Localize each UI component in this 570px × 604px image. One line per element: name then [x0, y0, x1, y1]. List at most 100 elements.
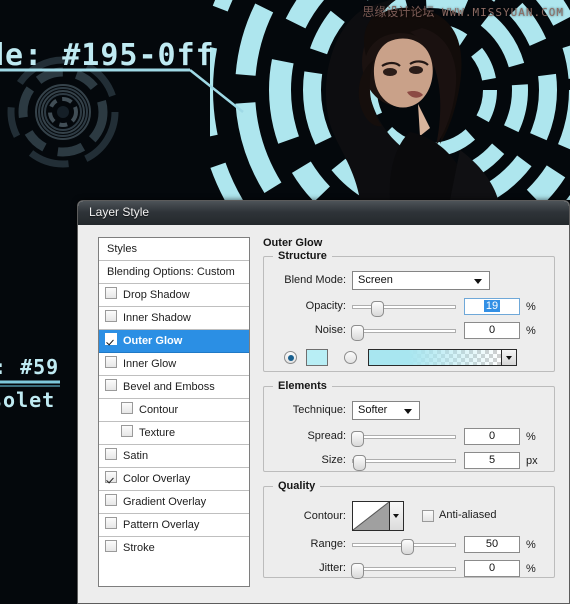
opacity-slider-track[interactable]: [352, 301, 456, 317]
noise-unit: %: [526, 325, 536, 337]
styles-list-row-blending-options-custom[interactable]: Blending Options: Custom: [99, 261, 249, 284]
spread-label-box: Spread:: [272, 427, 346, 445]
styles-list-row-inner-shadow[interactable]: Inner Shadow: [99, 307, 249, 330]
spread-input[interactable]: 0: [464, 428, 520, 445]
glow-color-swatch[interactable]: [306, 349, 328, 366]
contour-curve-icon: [353, 502, 389, 530]
size-slider-track[interactable]: [352, 455, 456, 471]
jitter-input[interactable]: 0: [464, 560, 520, 577]
checkbox-icon[interactable]: [105, 310, 117, 322]
dialog-body: Styles Blending Options: Custom Drop Shado…: [78, 225, 569, 603]
size-row: Size: 5 px: [272, 451, 546, 473]
range-slider-thumb[interactable]: [401, 539, 414, 555]
opacity-value: 19: [483, 300, 501, 312]
range-value: 50: [485, 538, 499, 550]
quality-legend: Quality: [273, 480, 321, 492]
technique-label-box: Technique:: [272, 401, 346, 419]
opacity-unit: %: [526, 301, 536, 313]
styles-list-row-label: Color Overlay: [123, 473, 191, 485]
range-input[interactable]: 50: [464, 536, 520, 553]
blend-mode-select[interactable]: Screen: [352, 271, 490, 290]
checkbox-icon[interactable]: [105, 517, 117, 529]
jitter-label: Jitter:: [319, 562, 346, 574]
technique-value: Softer: [358, 404, 388, 416]
elements-legend: Elements: [273, 380, 332, 392]
styles-list-row-label: Texture: [139, 427, 176, 439]
jitter-slider-track[interactable]: [351, 563, 456, 579]
size-unit: px: [526, 455, 538, 467]
site-watermark: 思缘设计论坛 WWW.MISSYUAN.COM: [362, 3, 564, 20]
contour-preview[interactable]: [352, 501, 390, 531]
checkbox-icon[interactable]: [105, 448, 117, 460]
styles-list-row-gradient-overlay[interactable]: Gradient Overlay: [99, 491, 249, 514]
range-slider-track[interactable]: [352, 539, 456, 555]
spread-value: 0: [488, 430, 496, 442]
styles-list[interactable]: Styles Blending Options: Custom Drop Shado…: [98, 237, 250, 587]
styles-list-row-label: Satin: [123, 450, 149, 462]
styles-list-row-drop-shadow[interactable]: Drop Shadow: [99, 284, 249, 307]
hud-text-mid: : #59: [0, 355, 60, 379]
range-row: Range: 50 %: [272, 535, 546, 557]
opacity-label: Opacity:: [305, 300, 346, 312]
noise-slider-thumb[interactable]: [351, 325, 364, 341]
checkbox-icon[interactable]: [121, 402, 133, 414]
styles-list-row-label: Gradient Overlay: [123, 496, 207, 508]
styles-list-row-label: Blending Options: Custom: [107, 266, 235, 278]
styles-list-row-label: Bevel and Emboss: [123, 381, 215, 393]
styles-list-row-styles[interactable]: Styles: [99, 238, 249, 261]
technique-select[interactable]: Softer: [352, 401, 420, 420]
spread-slider-thumb[interactable]: [351, 431, 364, 447]
glow-gradient-preview[interactable]: [368, 349, 502, 366]
gradient-dropdown-arrow-icon[interactable]: [502, 349, 517, 366]
watermark-url-text: WWW.MISSYUAN.COM: [442, 6, 564, 19]
elements-section: Elements Technique: Softer Spread: 0 % S…: [263, 380, 555, 473]
size-slider-thumb[interactable]: [353, 455, 366, 471]
checkbox-icon[interactable]: [105, 540, 117, 552]
styles-list-row-label: Pattern Overlay: [123, 519, 200, 531]
checkbox-icon[interactable]: [105, 494, 117, 506]
chevron-down-icon: [474, 279, 482, 284]
styles-list-row-pattern-overlay[interactable]: Pattern Overlay: [99, 514, 249, 537]
checkbox-icon[interactable]: [105, 356, 117, 368]
checkbox-icon[interactable]: [105, 287, 117, 299]
styles-list-row-stroke[interactable]: Stroke: [99, 537, 249, 560]
jitter-value: 0: [488, 562, 496, 574]
checkbox-icon[interactable]: [105, 333, 117, 345]
spread-slider-track[interactable]: [351, 431, 456, 447]
outer-glow-pane: Outer Glow Structure Blend Mode: Screen …: [263, 237, 555, 579]
size-input[interactable]: 5: [464, 452, 520, 469]
styles-list-row-outer-glow[interactable]: Outer Glow: [99, 330, 249, 353]
opacity-row: Opacity: 19 %: [272, 297, 546, 319]
opacity-label-box: Opacity:: [272, 297, 346, 315]
structure-section: Structure Blend Mode: Screen Opacity: 19…: [263, 250, 555, 372]
noise-input[interactable]: 0: [464, 322, 520, 339]
range-label-box: Range:: [272, 535, 346, 553]
dialog-titlebar[interactable]: Layer Style: [78, 201, 569, 226]
styles-list-row-label: Contour: [139, 404, 179, 416]
gradient-fill-radio[interactable]: [344, 351, 357, 364]
checkbox-icon[interactable]: [121, 425, 133, 437]
pane-heading: Outer Glow: [263, 237, 323, 249]
noise-slider-track[interactable]: [351, 325, 456, 341]
styles-list-row-texture[interactable]: Texture: [99, 422, 249, 445]
size-label: Size:: [321, 454, 346, 466]
styles-list-row-inner-glow[interactable]: Inner Glow: [99, 353, 249, 376]
styles-list-row-bevel-and-emboss[interactable]: Bevel and Emboss: [99, 376, 249, 399]
spread-unit: %: [526, 431, 536, 443]
noise-label-box: Noise:: [272, 321, 346, 339]
opacity-slider-thumb[interactable]: [371, 301, 384, 317]
technique-label: Technique:: [292, 404, 346, 416]
contour-label-box: Contour:: [272, 501, 346, 522]
styles-list-row-satin[interactable]: Satin: [99, 445, 249, 468]
checkbox-icon[interactable]: [105, 471, 117, 483]
jitter-slider-thumb[interactable]: [351, 563, 364, 579]
checkbox-icon[interactable]: [105, 379, 117, 391]
styles-list-row-color-overlay[interactable]: Color Overlay: [99, 468, 249, 491]
styles-list-row-label: Inner Shadow: [123, 312, 191, 324]
opacity-input[interactable]: 19: [464, 298, 520, 315]
quality-section: Quality Contour: Anti-aliased Range: 50 …: [263, 480, 555, 579]
anti-aliased-checkbox[interactable]: [422, 510, 434, 522]
color-fill-radio[interactable]: [284, 351, 297, 364]
contour-dropdown-arrow-icon[interactable]: [390, 501, 404, 531]
styles-list-row-contour[interactable]: Contour: [99, 399, 249, 422]
